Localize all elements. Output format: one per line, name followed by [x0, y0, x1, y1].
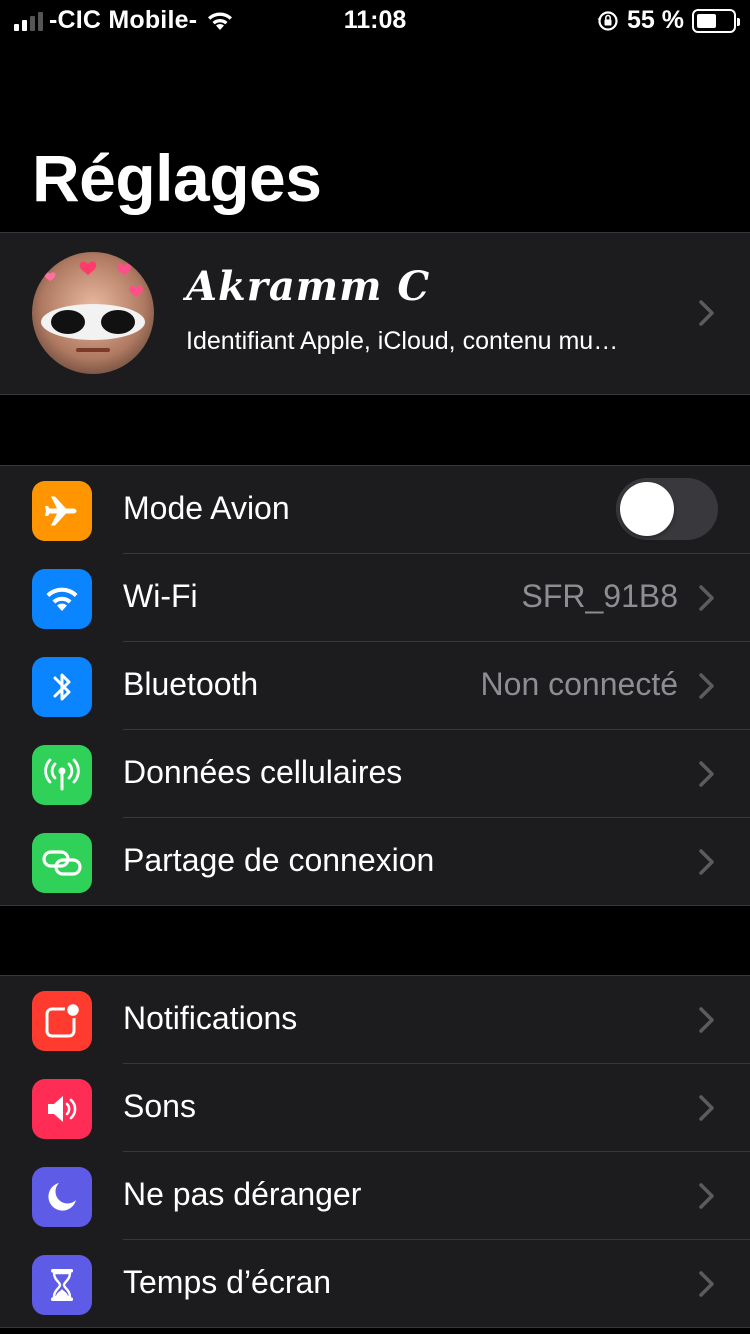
- moon-icon: [32, 1167, 92, 1227]
- screen-time-label: Temps d’écran: [123, 1264, 332, 1300]
- battery-icon: [692, 8, 740, 33]
- avatar: [32, 252, 154, 374]
- notifications-settings-group: Notifications Sons Ne pas déranger Temps…: [0, 975, 750, 1328]
- airplane-mode-toggle[interactable]: [616, 478, 718, 540]
- connectivity-settings-group: Mode Avion Wi-Fi SFR_91B8 Bluetooth Non …: [0, 465, 750, 906]
- chevron-right-icon: [699, 1095, 714, 1121]
- settings-row-sounds[interactable]: Sons: [0, 1064, 750, 1152]
- chevron-right-icon: [699, 849, 714, 875]
- settings-row-bluetooth[interactable]: Bluetooth Non connecté: [0, 642, 750, 730]
- do-not-disturb-label: Ne pas déranger: [123, 1176, 362, 1212]
- toggle-knob: [620, 482, 674, 536]
- settings-row-personal-hotspot[interactable]: Partage de connexion: [0, 818, 750, 906]
- settings-row-notifications[interactable]: Notifications: [0, 976, 750, 1064]
- wifi-label: Wi-Fi: [123, 578, 198, 614]
- airplane-icon: [32, 481, 92, 541]
- settings-row-do-not-disturb[interactable]: Ne pas déranger: [0, 1152, 750, 1240]
- settings-row-cellular-data[interactable]: Données cellulaires: [0, 730, 750, 818]
- bluetooth-status-value: Non connecté: [480, 666, 678, 702]
- chevron-right-icon: [699, 1007, 714, 1033]
- chevron-right-icon: [699, 1271, 714, 1297]
- settings-row-airplane-mode: Mode Avion: [0, 466, 750, 554]
- apple-id-profile-row[interactable]: Akramm C Identifiant Apple, iCloud, cont…: [0, 232, 750, 395]
- status-bar: -CIC Mobile- 11:08 55 %: [0, 0, 750, 42]
- hotspot-chain-icon: [32, 833, 92, 893]
- profile-name: Akramm C: [186, 263, 431, 310]
- chevron-right-icon: [699, 761, 714, 787]
- bluetooth-label: Bluetooth: [123, 666, 259, 702]
- chevron-right-icon: [699, 673, 714, 699]
- chevron-right-icon: [699, 585, 714, 611]
- notifications-label: Notifications: [123, 1000, 298, 1036]
- wifi-network-value: SFR_91B8: [521, 578, 678, 614]
- profile-subtitle: Identifiant Apple, iCloud, contenu mu…: [186, 327, 619, 355]
- speaker-icon: [32, 1079, 92, 1139]
- cellular-antenna-icon: [32, 745, 92, 805]
- hourglass-icon: [32, 1255, 92, 1315]
- settings-row-wifi[interactable]: Wi-Fi SFR_91B8: [0, 554, 750, 642]
- bluetooth-icon: [32, 657, 92, 717]
- notifications-icon: [32, 991, 92, 1051]
- battery-percentage: 55 %: [627, 6, 684, 34]
- personal-hotspot-label: Partage de connexion: [123, 842, 435, 878]
- chevron-right-icon: [699, 300, 714, 326]
- cellular-data-label: Données cellulaires: [123, 754, 403, 790]
- wifi-icon: [32, 569, 92, 629]
- airplane-mode-label: Mode Avion: [123, 490, 290, 526]
- settings-row-screen-time[interactable]: Temps d’écran: [0, 1240, 750, 1328]
- orientation-lock-icon: [597, 10, 618, 31]
- sounds-label: Sons: [123, 1088, 196, 1124]
- chevron-right-icon: [699, 1183, 714, 1209]
- page-title: Réglages: [32, 141, 322, 215]
